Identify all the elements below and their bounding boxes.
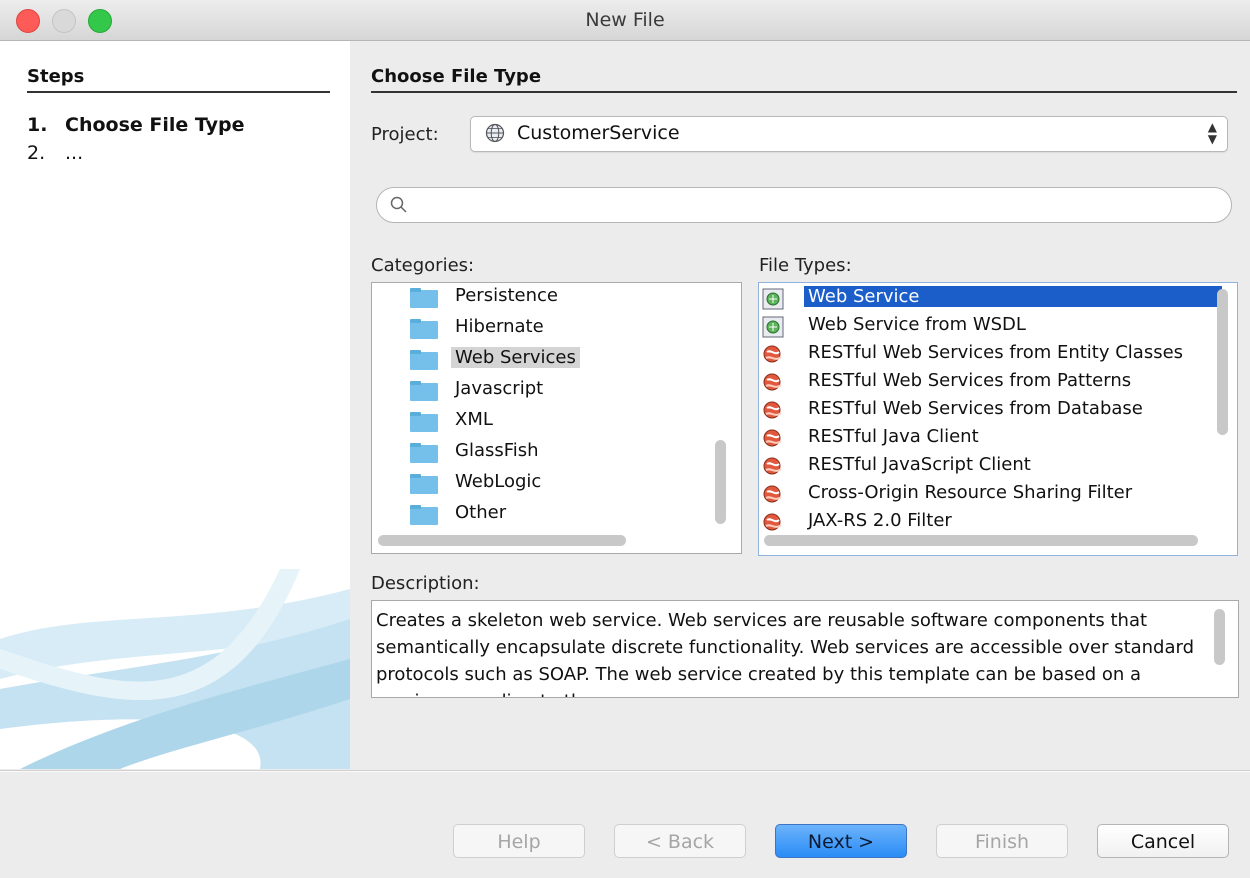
window-title: New File [585,9,665,31]
file-type-restful-entity-classes[interactable]: RESTful Web Services from Entity Classes [762,341,1208,368]
category-label: Other [455,502,507,523]
file-type-restful-java-client[interactable]: RESTful Java Client [762,425,1208,452]
step-number: 1. [27,114,48,136]
file-type-cors-filter[interactable]: Cross-Origin Resource Sharing Filter [762,481,1208,508]
step-item-1: 1. Choose File Type [27,114,244,136]
next-button[interactable]: Next > [775,824,907,858]
file-type-label: RESTful JavaScript Client [808,454,1031,475]
decorative-swoosh [0,569,350,769]
file-types-list[interactable]: Web Service Web Service from WSDL RESTfu… [758,282,1238,556]
file-type-label: RESTful Java Client [808,426,979,447]
file-type-label: Cross-Origin Resource Sharing Filter [808,482,1133,503]
category-label: Javascript [455,378,544,399]
categories-vertical-scrollbar[interactable] [715,440,726,524]
file-type-label: RESTful Web Services from Database [808,398,1143,419]
globe-icon [485,123,505,143]
category-label: XML [455,409,493,430]
file-types-horizontal-scrollbar[interactable] [764,535,1198,546]
folder-icon [410,505,438,525]
file-types-label: File Types: [759,255,852,276]
web-service-icon [762,288,784,310]
folder-icon [410,288,438,308]
file-type-label: Web Service [804,286,1222,307]
restful-icon [763,513,782,531]
title-bar: New File [0,0,1250,41]
file-type-jax-rs-filter[interactable]: JAX-RS 2.0 Filter [762,509,1208,536]
folder-icon [410,412,438,432]
step-number: 2. [27,142,46,164]
steps-heading: Steps [27,66,330,93]
restful-icon [763,345,782,363]
category-label: Web Services [451,347,580,368]
categories-horizontal-scrollbar[interactable] [378,535,626,546]
search-icon [390,196,407,213]
description-text: Creates a skeleton web service. Web serv… [376,610,1195,697]
step-item-2: 2.... [27,142,83,164]
divider [0,771,1250,772]
back-button[interactable]: < Back [614,824,746,858]
category-label: WebLogic [455,471,542,492]
description-vertical-scrollbar[interactable] [1214,609,1225,665]
project-label: Project: [371,124,439,145]
file-type-restful-javascript-client[interactable]: RESTful JavaScript Client [762,453,1208,480]
step-label: Choose File Type [65,114,245,136]
project-select[interactable]: CustomerService ▲ ▼ [470,116,1228,152]
file-type-web-service-from-wsdl[interactable]: Web Service from WSDL [762,313,1208,340]
category-label: Hibernate [455,316,544,337]
file-type-restful-database[interactable]: RESTful Web Services from Database [762,397,1208,424]
folder-icon [410,350,438,370]
search-input[interactable] [417,192,1201,218]
page-title: Choose File Type [371,66,1237,93]
category-label: Persistence [455,285,558,306]
description-box: Creates a skeleton web service. Web serv… [371,600,1239,698]
restful-icon [763,457,782,475]
restful-icon [763,429,782,447]
folder-icon [410,381,438,401]
categories-list[interactable]: Persistence Hibernate Web Services Javas… [371,282,742,554]
description-label: Description: [371,573,480,594]
folder-icon [410,443,438,463]
folder-icon [410,319,438,339]
web-service-icon [762,316,784,338]
file-type-web-service[interactable]: Web Service [762,285,1222,312]
file-types-vertical-scrollbar[interactable] [1217,289,1228,435]
restful-icon [763,373,782,391]
restful-icon [763,401,782,419]
help-button[interactable]: Help [453,824,585,858]
categories-label: Categories: [371,255,475,276]
file-type-restful-patterns[interactable]: RESTful Web Services from Patterns [762,369,1208,396]
steps-panel: Steps 1. Choose File Type 2.... [0,41,350,769]
updown-arrows-icon: ▲ ▼ [1207,120,1217,146]
finish-button[interactable]: Finish [936,824,1068,858]
category-label: GlassFish [455,440,539,461]
folder-icon [410,474,438,494]
file-type-label: RESTful Web Services from Entity Classes [808,342,1184,363]
step-label: ... [65,142,84,164]
search-box[interactable] [376,187,1232,223]
project-value: CustomerService [517,122,680,144]
cancel-button[interactable]: Cancel [1097,824,1229,858]
file-type-label: JAX-RS 2.0 Filter [808,510,952,531]
file-type-label: Web Service from WSDL [808,314,1026,335]
file-type-label: RESTful Web Services from Patterns [808,370,1132,391]
restful-icon [763,485,782,503]
